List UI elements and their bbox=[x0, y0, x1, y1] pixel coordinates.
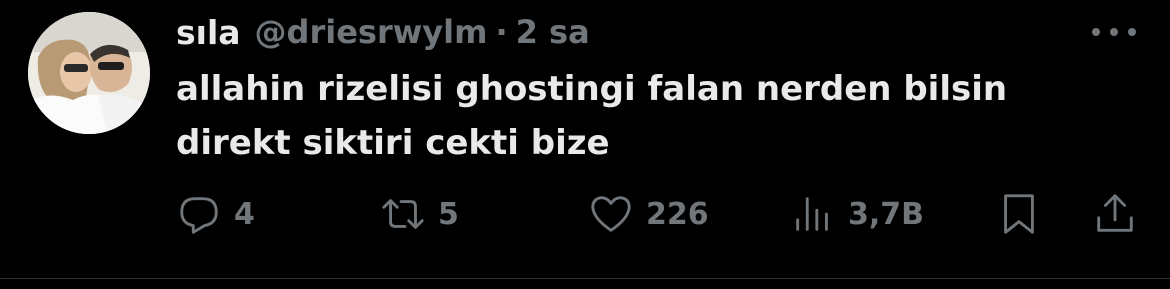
tweet-header: sıla @driesrwylm · 2 sa bbox=[176, 10, 590, 54]
reply-count: 4 bbox=[234, 196, 255, 232]
avatar[interactable] bbox=[28, 12, 150, 134]
action-bar: 4 5 226 3,7B bbox=[176, 188, 1146, 240]
views-button[interactable]: 3,7B bbox=[790, 188, 924, 240]
bookmark-button[interactable] bbox=[996, 188, 1042, 240]
timestamp[interactable]: 2 sa bbox=[516, 13, 590, 51]
more-dot bbox=[1110, 28, 1118, 36]
reply-icon bbox=[180, 197, 218, 234]
heart-icon bbox=[591, 196, 631, 232]
like-count: 226 bbox=[646, 196, 709, 232]
more-dot bbox=[1092, 28, 1100, 36]
retweet-icon bbox=[382, 199, 424, 229]
views-icon bbox=[796, 197, 828, 231]
tweet-text: allahin rizelisi ghostingi falan nerden … bbox=[176, 62, 1136, 170]
like-button[interactable]: 226 bbox=[588, 188, 709, 240]
bookmark-icon bbox=[1004, 194, 1034, 234]
retweet-button[interactable]: 5 bbox=[380, 188, 459, 240]
tweet[interactable]: sıla @driesrwylm · 2 sa allahin rizelisi… bbox=[0, 0, 1170, 289]
tweet-divider bbox=[0, 278, 1170, 279]
more-dot bbox=[1128, 28, 1136, 36]
retweet-count: 5 bbox=[438, 196, 459, 232]
tweet-text-line: allahin rizelisi ghostingi falan nerden … bbox=[176, 69, 1008, 109]
display-name[interactable]: sıla bbox=[176, 13, 241, 52]
reply-button[interactable]: 4 bbox=[176, 188, 255, 240]
tweet-text-line: direkt siktiri cekti bize bbox=[176, 123, 610, 163]
avatar-photo bbox=[28, 12, 150, 134]
share-button[interactable] bbox=[1092, 188, 1138, 240]
user-handle[interactable]: @driesrwylm bbox=[255, 13, 488, 51]
more-options-icon[interactable] bbox=[1092, 22, 1136, 42]
separator-dot: · bbox=[495, 13, 508, 51]
share-icon bbox=[1097, 194, 1133, 232]
views-count: 3,7B bbox=[848, 196, 925, 232]
